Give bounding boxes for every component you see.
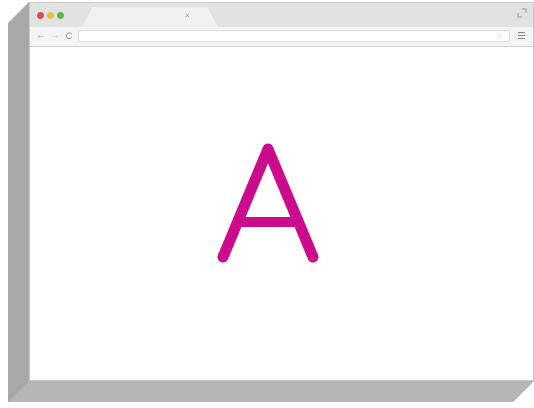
browser-tab[interactable] bbox=[82, 7, 218, 27]
browser-toolbar: ← → C ☆ bbox=[30, 27, 533, 47]
minimize-window-button[interactable] bbox=[47, 12, 54, 19]
page-content: A bbox=[30, 47, 533, 380]
maximize-window-button[interactable] bbox=[57, 12, 64, 19]
back-button[interactable]: ← bbox=[35, 30, 47, 42]
star-icon[interactable]: ☆ bbox=[496, 30, 503, 42]
menu-icon[interactable] bbox=[518, 32, 525, 40]
fullscreen-icon[interactable] bbox=[517, 8, 527, 18]
stage: × ← → C ☆ A bbox=[0, 0, 534, 408]
forward-button[interactable]: → bbox=[49, 30, 61, 42]
letter-a-glyph: A bbox=[217, 143, 319, 263]
address-bar[interactable] bbox=[78, 30, 510, 42]
title-bar: × bbox=[30, 3, 533, 27]
browser-window: × ← → C ☆ A bbox=[29, 2, 534, 381]
reload-button[interactable]: C bbox=[63, 30, 75, 42]
close-icon[interactable]: × bbox=[185, 12, 190, 20]
close-window-button[interactable] bbox=[37, 12, 44, 19]
